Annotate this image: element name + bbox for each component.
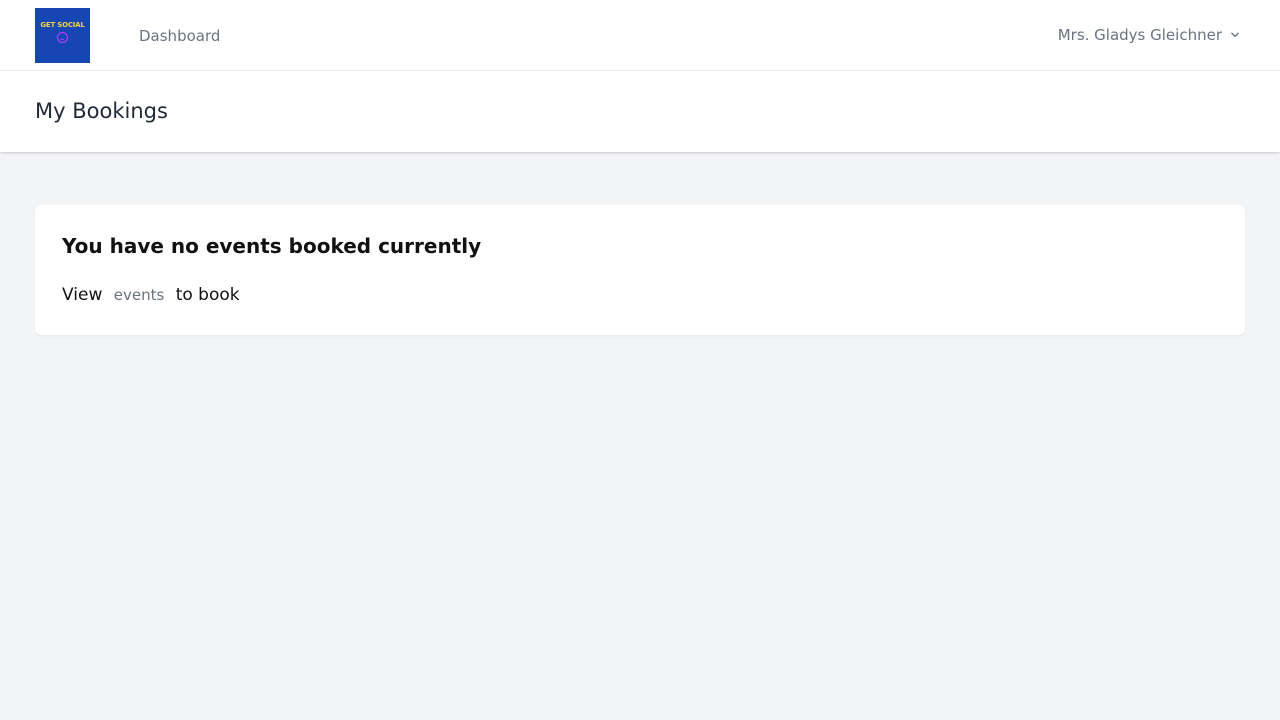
user-name: Mrs. Gladys Gleichner: [1057, 26, 1222, 44]
nav-link-dashboard[interactable]: Dashboard: [139, 26, 220, 46]
user-menu-button[interactable]: Mrs. Gladys Gleichner: [1058, 25, 1242, 45]
empty-bookings-card: You have no events booked currently View…: [35, 205, 1245, 335]
message-prefix: View: [62, 285, 103, 305]
empty-state-heading: You have no events booked currently: [62, 234, 482, 258]
page-header: My Bookings: [0, 71, 1280, 152]
chevron-down-icon: [1231, 32, 1239, 38]
message-suffix: to book: [175, 285, 240, 305]
logo-text: GET SOCIAL: [40, 21, 85, 29]
smiley-icon: [57, 32, 68, 43]
events-link[interactable]: events: [114, 286, 165, 304]
app-logo[interactable]: GET SOCIAL: [35, 8, 90, 63]
empty-state-message: View events to book: [62, 283, 240, 307]
page-title: My Bookings: [35, 99, 168, 123]
top-navigation: GET SOCIAL Dashboard Mrs. Gladys Gleichn…: [0, 0, 1280, 71]
